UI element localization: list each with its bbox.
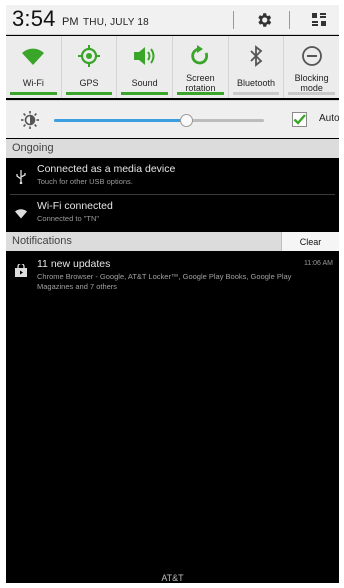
header-divider <box>289 11 290 29</box>
toggle-indicator <box>232 92 280 95</box>
toggle-label: Bluetooth <box>237 78 276 88</box>
bluetooth-icon <box>250 45 263 67</box>
toggle-sound[interactable]: Sound <box>117 36 174 98</box>
toggle-indicator <box>121 92 169 95</box>
grid-menu-button[interactable] <box>304 8 334 32</box>
blocking-icon <box>301 46 322 66</box>
toggle-label: GPS <box>79 78 99 88</box>
brightness-icon <box>21 111 39 129</box>
toggle-label: Screen rotation <box>185 73 216 93</box>
notification-time: 11:06 AM <box>303 260 333 267</box>
notification-body: Chrome Browser - Google, AT&T Locker™, G… <box>37 272 292 291</box>
notification-wifi[interactable]: Wi-Fi connected Connected to "TN" <box>6 195 339 231</box>
gear-icon <box>258 13 272 27</box>
usb-icon <box>16 170 26 184</box>
toggle-indicator <box>65 92 113 95</box>
toggle-label: Blocking mode <box>294 73 329 93</box>
clock-time: 3:54 <box>12 6 56 31</box>
toggle-gps[interactable]: GPS <box>62 36 118 98</box>
grid-icon <box>312 13 326 26</box>
brightness-row: Auto <box>6 100 339 138</box>
notification-title: 11 new updates <box>37 258 111 270</box>
toggle-blocking-mode[interactable]: Blocking mode <box>284 36 339 98</box>
auto-brightness-label: Auto <box>319 113 339 124</box>
rotation-icon <box>191 45 209 65</box>
clock-date: THU, JULY 18 <box>83 17 149 28</box>
status-header: 3:54 PM THU, JULY 18 <box>6 5 339 35</box>
sound-icon <box>133 47 155 65</box>
auto-brightness-checkbox[interactable] <box>292 112 307 127</box>
header-divider <box>233 11 234 29</box>
brightness-slider-thumb[interactable] <box>180 114 194 127</box>
toggle-indicator <box>288 92 336 95</box>
carrier-label: AT&T <box>161 573 184 583</box>
toggle-indicator <box>177 92 224 95</box>
toggle-bluetooth[interactable]: Bluetooth <box>229 36 285 98</box>
notification-title: Wi-Fi connected <box>37 200 113 212</box>
section-header-ongoing: Ongoing <box>6 139 339 158</box>
store-bag-icon <box>15 264 27 277</box>
quick-settings: Wi-Fi GPS Sound Screen rotation Bluetoot… <box>6 36 339 98</box>
wifi-icon <box>22 48 45 65</box>
notification-panel: 3:54 PM THU, JULY 18 Wi-Fi GPS Sound Scr… <box>6 5 339 583</box>
toggle-indicator <box>10 92 57 95</box>
section-header-notifications: Notifications Clear <box>6 232 339 251</box>
settings-button[interactable] <box>249 8 279 32</box>
notification-usb[interactable]: Connected as a media device Touch for ot… <box>6 158 339 194</box>
notification-subtitle: Connected to "TN" <box>37 214 100 223</box>
brightness-slider-fill <box>54 119 187 122</box>
toggle-label: Wi-Fi <box>22 78 44 88</box>
section-title: Ongoing <box>12 142 54 154</box>
checkmark-icon <box>293 114 306 125</box>
gps-icon <box>78 45 100 67</box>
section-title: Notifications <box>12 235 72 247</box>
notification-title: Connected as a media device <box>37 163 176 175</box>
notification-updates[interactable]: 11 new updates 11:06 AM Chrome Browser -… <box>6 251 339 297</box>
notification-subtitle: Touch for other USB options. <box>37 177 133 186</box>
wifi-icon <box>15 208 27 218</box>
toggle-screen-rotation[interactable]: Screen rotation <box>173 36 229 98</box>
toggle-wifi[interactable]: Wi-Fi <box>6 36 62 98</box>
toggle-label: Sound <box>131 78 158 88</box>
brightness-slider[interactable] <box>54 114 264 127</box>
clock-ampm: PM <box>62 16 79 28</box>
clear-button[interactable]: Clear <box>281 232 339 251</box>
